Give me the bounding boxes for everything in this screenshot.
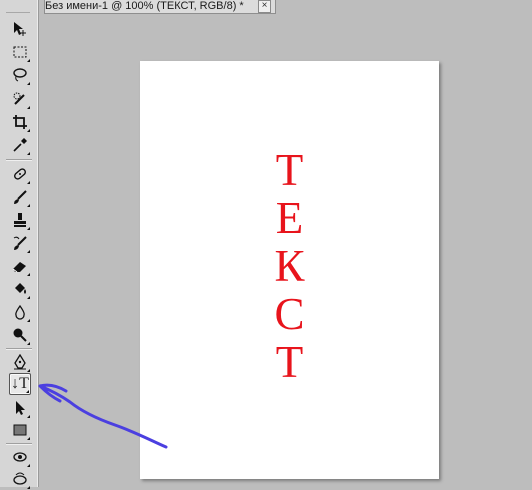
rectangle-tool[interactable] — [9, 419, 31, 441]
clone-stamp-tool[interactable] — [9, 209, 31, 231]
quick-selection-icon — [13, 92, 25, 105]
tools-separator — [6, 443, 32, 445]
move-icon — [14, 22, 26, 36]
tools-panel: ↓T — [0, 0, 39, 489]
dodge-icon — [13, 328, 27, 342]
vertical-type-tool[interactable]: ↓T — [9, 373, 31, 395]
eraser-tool[interactable] — [9, 255, 31, 277]
paint-bucket-icon — [15, 283, 26, 294]
3d-rotate-tool[interactable] — [9, 446, 31, 468]
vertical-text-char: Т — [275, 337, 304, 387]
pen-tool[interactable] — [9, 351, 31, 373]
pen-icon — [14, 354, 26, 370]
lasso-icon — [13, 68, 27, 82]
vertical-text-char: С — [274, 289, 305, 339]
paint-bucket-tool[interactable] — [9, 278, 31, 300]
3d-rotate-icon — [13, 452, 27, 462]
move-tool[interactable] — [9, 18, 31, 40]
document-tab[interactable]: Без имени-1 @ 100% (ТЕКСТ, RGB/8) * × — [44, 0, 276, 14]
eraser-icon — [12, 262, 26, 273]
close-icon[interactable]: × — [258, 0, 271, 13]
vertical-text-char: К — [274, 241, 305, 291]
rectangle-icon — [13, 424, 27, 436]
crop-icon — [13, 115, 27, 129]
document-canvas[interactable]: ТЕКСТ — [140, 61, 439, 479]
history-brush-tool[interactable] — [9, 232, 31, 254]
document-tab-title: Без имени-1 @ 100% (ТЕКСТ, RGB/8) * — [45, 0, 244, 12]
lasso-tool[interactable] — [9, 64, 31, 86]
blur-tool[interactable] — [9, 301, 31, 323]
history-brush-icon — [13, 236, 27, 250]
crop-tool[interactable] — [9, 111, 31, 133]
bandage-icon — [14, 168, 26, 180]
tools-separator — [6, 348, 32, 350]
arrow-pointer-icon — [16, 401, 25, 415]
vertical-text-char: Е — [275, 193, 304, 243]
spot-healing-tool[interactable] — [9, 163, 31, 185]
dodge-tool[interactable] — [9, 324, 31, 346]
brush-tool[interactable] — [9, 186, 31, 208]
eyedropper-tool[interactable] — [9, 134, 31, 156]
eyedropper-icon — [13, 138, 27, 152]
vertical-text-char: Т — [275, 145, 304, 195]
stamp-icon — [14, 213, 26, 227]
drop-icon — [15, 304, 25, 320]
marquee-tool[interactable] — [9, 41, 31, 63]
vertical-text-layer[interactable]: ТЕКСТ — [140, 146, 439, 386]
path-selection-tool[interactable] — [9, 397, 31, 419]
tools-separator — [6, 159, 32, 161]
brush-icon — [14, 190, 27, 204]
panel-grip[interactable] — [6, 0, 30, 13]
3d-orbit-icon — [13, 472, 27, 485]
quick-selection-tool[interactable] — [9, 88, 31, 110]
marquee-icon — [13, 46, 27, 58]
